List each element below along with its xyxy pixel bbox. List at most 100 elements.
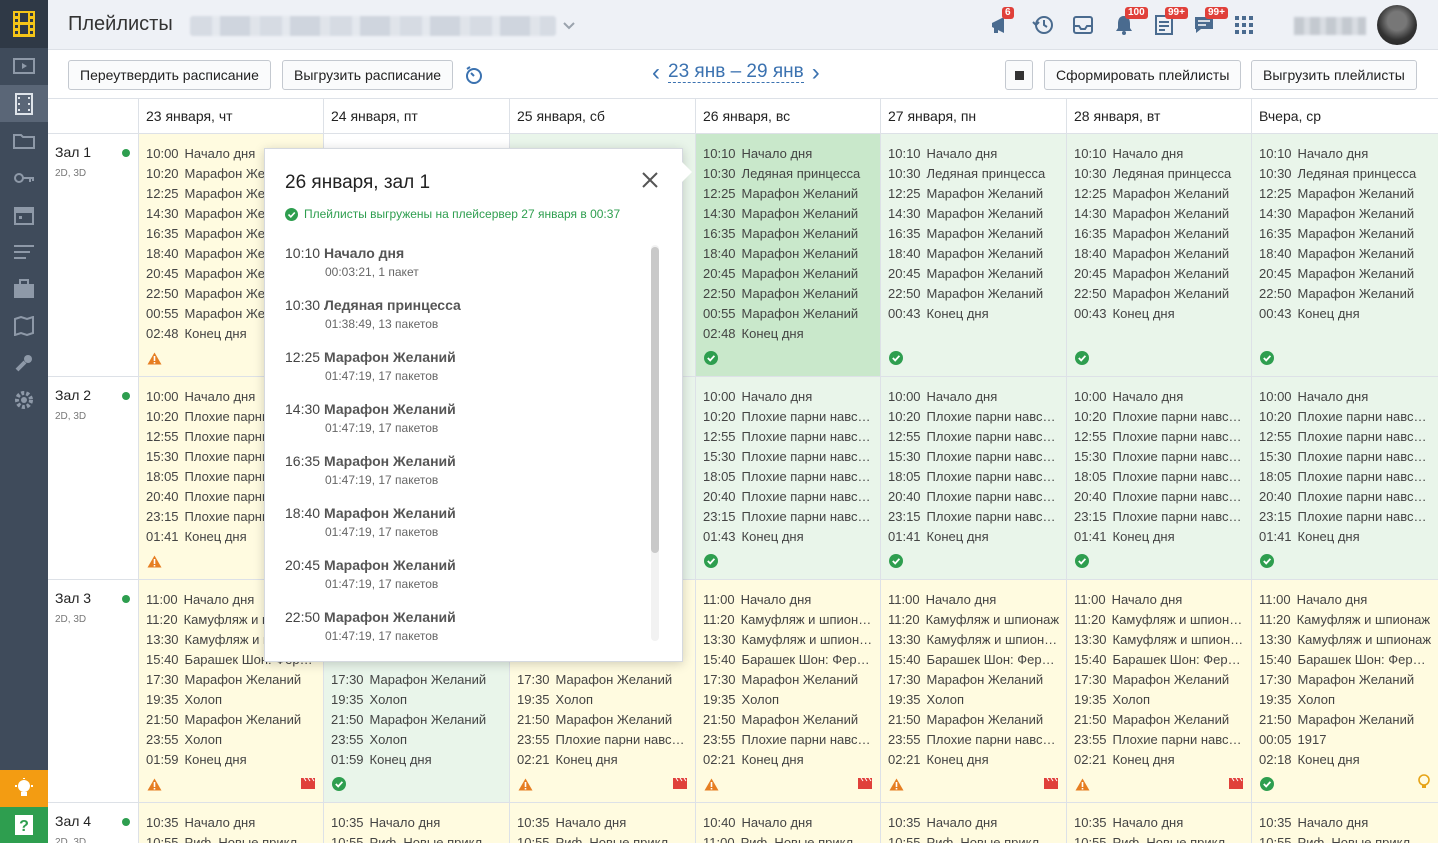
popup-scrollbar[interactable] [651, 245, 659, 641]
session-row: 01:59 Конец дня [331, 750, 509, 770]
sidebar-item-playlists-icon[interactable] [0, 85, 48, 122]
schedule-cell[interactable]: 10:10 Начало дня 10:30 Ледяная принцесса 12:… [1251, 134, 1438, 377]
warning-icon [518, 778, 533, 791]
playlist-item[interactable]: 10:10 Начало дня 00:03:21, 1 пакет [285, 243, 655, 295]
export-schedule-button[interactable]: Выгрузить расписание [282, 60, 454, 90]
schedule-cell[interactable]: 11:00 Начало дня 11:20 Камуфляж и шпионаж 13… [1251, 580, 1438, 803]
announcements-icon[interactable]: 6 [988, 7, 1014, 38]
stop-button[interactable] [1005, 60, 1033, 90]
messages-icon[interactable]: 99+ [1191, 7, 1228, 38]
session-title: Марафон Желаний [184, 712, 302, 727]
schedule-cell[interactable]: 10:00 Начало дня 10:20 Плохие парни навсегд… [1251, 377, 1438, 580]
session-row: 21:50 Марафон Желаний [517, 710, 695, 730]
playlist-item-time: 10:10 [285, 245, 321, 261]
lightbulb-flag[interactable] [1418, 774, 1430, 792]
schedule-cell[interactable]: 10:00 Начало дня 10:20 Плохие парни навсегд… [1066, 377, 1251, 580]
clapperboard-flag[interactable] [301, 777, 315, 792]
schedule-cell[interactable]: 10:00 Начало дня 10:20 Плохие парни навсегд… [695, 377, 880, 580]
session-row: 00:05 1917 [1259, 730, 1438, 750]
session-title: Ледяная принцесса [741, 166, 861, 181]
session-title: Марафон Желаний [1297, 712, 1415, 727]
session-title: Марафон Желаний [555, 712, 673, 727]
apps-grid-icon[interactable] [1231, 12, 1257, 38]
session-row: 10:30 Ледяная принцесса [1074, 164, 1251, 184]
sidebar-item-calendar-icon[interactable] [0, 196, 48, 233]
sidebar-item-wrench-icon[interactable] [0, 344, 48, 381]
sidebar-item-gear-icon[interactable] [0, 381, 48, 418]
schedule-cell[interactable]: 10:35 Начало дня 10:55 Риф. Новые приключен… [880, 803, 1066, 843]
clapperboard-flag[interactable] [858, 777, 872, 792]
schedule-cell[interactable]: 10:35 Начало дня 10:55 Риф. Новые приключен… [1066, 803, 1251, 843]
sidebar-item-player-icon[interactable] [0, 48, 48, 85]
playlist-item[interactable]: 18:40 Марафон Желаний 01:47:19, 17 пакетов [285, 503, 655, 555]
sidebar-item-briefcase-icon[interactable] [0, 270, 48, 307]
avatar[interactable] [1377, 5, 1417, 45]
sidebar-item-folder-icon[interactable] [0, 122, 48, 159]
session-row: 12:25 Марафон Желаний [1074, 184, 1251, 204]
schedule-cell[interactable]: 10:10 Начало дня 10:30 Ледяная принцесса 12:… [1066, 134, 1251, 377]
session-row: 20:40 Плохие парни навсегда [888, 487, 1066, 507]
clapperboard-flag[interactable] [1044, 777, 1058, 792]
help-question-icon[interactable]: ? [0, 807, 48, 843]
sidebar-item-list-icon[interactable] [0, 233, 48, 270]
schedule-cell[interactable]: 11:00 Начало дня 11:20 Камуфляж и шпионаж 13… [880, 580, 1066, 803]
schedule-cell[interactable]: 10:00 Начало дня 10:20 Плохие парни навсегд… [880, 377, 1066, 580]
playlist-item[interactable]: 20:45 Марафон Желаний 01:47:19, 17 пакетов [285, 555, 655, 607]
next-week-button[interactable]: › [812, 60, 820, 84]
session-row: 10:55 Риф. Новые приключения [1074, 833, 1251, 843]
check-circle-icon [1075, 351, 1089, 365]
playlist-item[interactable]: 16:35 Марафон Желаний 01:47:19, 17 пакетов [285, 451, 655, 503]
export-playlists-button[interactable]: Выгрузить плейлисты [1251, 60, 1417, 90]
session-title: Начало дня [369, 815, 441, 830]
timer-icon[interactable] [464, 65, 484, 88]
tasks-icon[interactable]: 99+ [1151, 7, 1188, 38]
sidebar-item-key-icon[interactable] [0, 159, 48, 196]
session-time: 11:20 [703, 612, 735, 627]
session-row: 16:35 Марафон Желаний [703, 224, 880, 244]
warning-status [147, 778, 162, 794]
session-title: Начало дня [741, 146, 813, 161]
cinema-selector[interactable] [190, 16, 556, 36]
tip-lightbulb-icon[interactable] [0, 770, 48, 807]
reapprove-schedule-button[interactable]: Переутвердить расписание [68, 60, 271, 90]
schedule-cell[interactable]: 10:10 Начало дня 10:30 Ледяная принцесса 12:… [695, 134, 880, 377]
popup-scrollbar-thumb[interactable] [651, 247, 659, 553]
session-row: 23:15 Плохие парни навсегда [1074, 507, 1251, 527]
playlist-item[interactable]: 22:50 Марафон Желаний 01:47:19, 17 пакетов [285, 607, 655, 641]
schedule-cell[interactable]: 10:35 Начало дня 10:55 Риф. Новые приключен… [138, 803, 323, 843]
chevron-down-icon[interactable] [563, 17, 575, 33]
prev-week-button[interactable]: ‹ [652, 60, 660, 84]
schedule-cell[interactable]: 11:00 Начало дня 11:20 Камуфляж и шпионаж 13… [695, 580, 880, 803]
logo-film-icon[interactable] [0, 0, 48, 48]
clapperboard-flag[interactable] [1229, 777, 1243, 792]
schedule-cell[interactable]: 10:35 Начало дня 10:55 Риф. Новые приключен… [323, 803, 509, 843]
history-icon[interactable] [1030, 12, 1056, 38]
schedule-cell[interactable]: 10:35 Начало дня 10:55 Риф. Новые приключен… [509, 803, 695, 843]
bell-icon[interactable]: 100 [1111, 7, 1148, 38]
session-time: 10:20 [703, 409, 736, 424]
close-icon[interactable] [641, 171, 659, 192]
session-time: 23:15 [1259, 509, 1292, 524]
session-title: Марафон Желаний [1297, 246, 1415, 261]
generate-playlists-button[interactable]: Сформировать плейлисты [1044, 60, 1242, 90]
schedule-cell[interactable]: 10:35 Начало дня 10:55 Риф. Новые приключен… [1251, 803, 1438, 843]
session-row: 20:45 Марафон Желаний [888, 264, 1066, 284]
session-row: 11:00 Риф. Новые приключения [703, 833, 880, 843]
week-label[interactable]: 23 янв – 29 янв [668, 62, 804, 83]
session-title: Марафон Желаний [1297, 286, 1415, 301]
schedule-cell[interactable]: 10:10 Начало дня 10:30 Ледяная принцесса 12:… [880, 134, 1066, 377]
popup-playlist-list[interactable]: 10:10 Начало дня 00:03:21, 1 пакет 10:30 Лед… [285, 243, 655, 641]
user-name[interactable] [1294, 17, 1366, 35]
schedule-cell[interactable]: 10:40 Начало дня 11:00 Риф. Новые приключен… [695, 803, 880, 843]
playlist-item[interactable]: 14:30 Марафон Желаний 01:47:19, 17 пакетов [285, 399, 655, 451]
inbox-icon[interactable] [1070, 12, 1096, 38]
session-time: 21:50 [703, 712, 736, 727]
playlist-item-time: 18:40 [285, 505, 321, 521]
sidebar-item-map-icon[interactable] [0, 307, 48, 344]
schedule-cell[interactable]: 11:00 Начало дня 11:20 Камуфляж и шпионаж 13… [1066, 580, 1251, 803]
session-title: Марафон Желаний [1297, 186, 1415, 201]
clapperboard-flag[interactable] [673, 777, 687, 792]
playlist-item[interactable]: 12:25 Марафон Желаний 01:47:19, 17 пакетов [285, 347, 655, 399]
session-time: 14:30 [1074, 206, 1107, 221]
playlist-item[interactable]: 10:30 Ледяная принцесса 01:38:49, 13 пакет… [285, 295, 655, 347]
